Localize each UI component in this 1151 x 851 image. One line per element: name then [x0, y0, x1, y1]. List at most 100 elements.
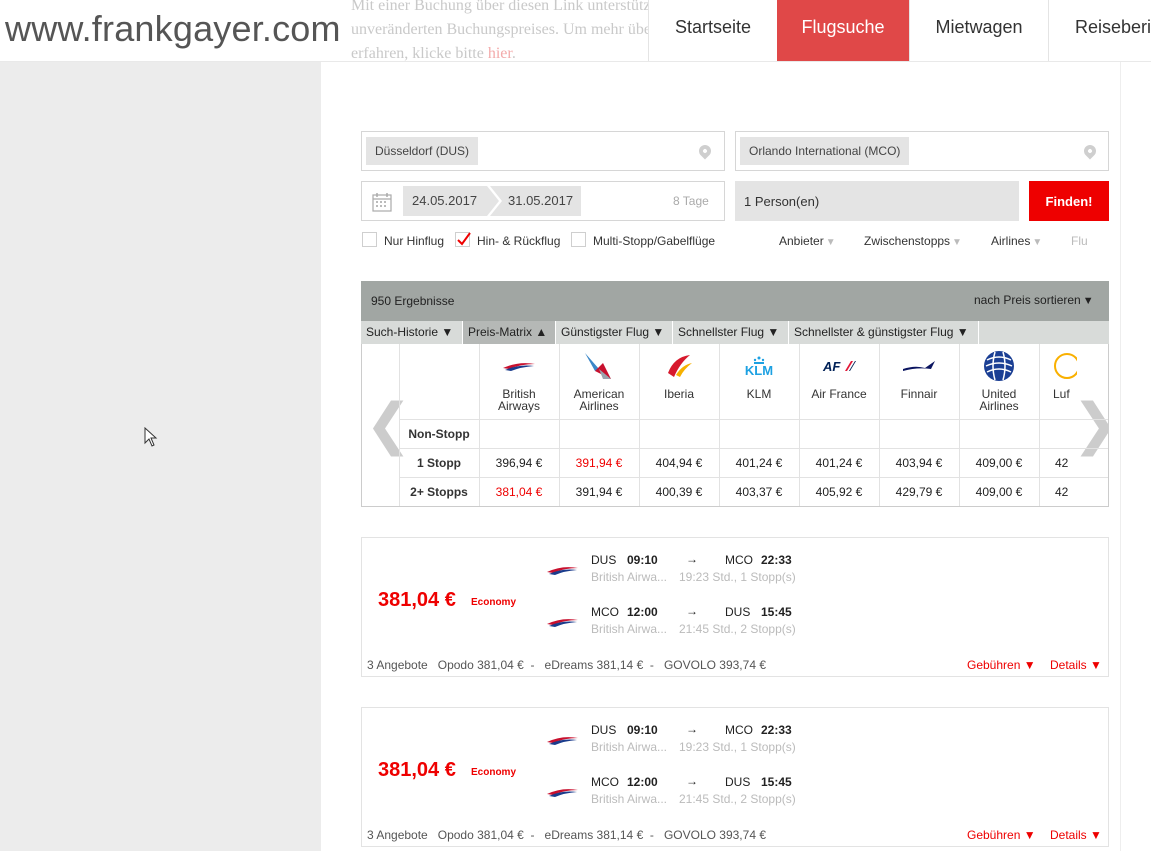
matrix-price[interactable]: 42 — [1039, 485, 1108, 499]
nav-mietwagen[interactable]: Mietwagen — [909, 0, 1048, 61]
matrix-price[interactable]: 403,94 € — [879, 456, 959, 470]
chevron-down-icon: ▼ — [952, 237, 962, 248]
result-price: 381,04 € — [378, 589, 456, 611]
lufthansa-logo — [1053, 344, 1108, 388]
fees-toggle[interactable]: Gebühren ▼ — [967, 658, 1036, 672]
passenger-select[interactable]: 1 Person(en) — [735, 181, 1019, 221]
offer-govolo[interactable]: GOVOLO 393,74 € — [664, 828, 766, 842]
matrix-price[interactable]: 403,37 € — [719, 485, 799, 499]
location-pin-icon — [1081, 142, 1099, 160]
arrow-right-icon: → — [686, 774, 698, 788]
arrow-right-icon: → — [686, 552, 698, 566]
separator: - — [649, 658, 654, 672]
airline-column-air-france[interactable]: AF Air France — [799, 344, 879, 400]
chevron-right-icon[interactable]: ❯ — [1072, 396, 1108, 452]
site-logo[interactable]: www.frankgayer.com — [5, 8, 341, 50]
flight-result-card[interactable]: 381,04 € Economy DUS 09:10 → MCO 22:33 B… — [361, 537, 1109, 677]
airline-name-line2: Airlines — [579, 399, 619, 413]
grid-line — [399, 477, 1108, 478]
leg-1-arrival: 22:33 — [761, 553, 792, 567]
leg-1-departure: 09:10 — [627, 553, 658, 567]
flight-result-card[interactable]: 381,04 € Economy DUS 09:10 → MCO 22:33 B… — [361, 707, 1109, 847]
leg-1-airline: British Airwa... — [591, 740, 668, 754]
tab-schnellster-guenstigster[interactable]: Schnellster & günstigster Flug ▼ — [789, 321, 979, 344]
tab-schnellster-flug[interactable]: Schnellster Flug ▼ — [673, 321, 789, 344]
leg-2-arrival: 15:45 — [761, 605, 792, 619]
round-trip-checkbox[interactable] — [455, 232, 471, 247]
matrix-price[interactable]: 404,94 € — [639, 456, 719, 470]
offer-opodo[interactable]: Opodo 381,04 € — [438, 658, 524, 672]
offer-edreams[interactable]: eDreams 381,14 € — [545, 658, 644, 672]
one-way-label: Nur Hinflug — [384, 234, 445, 248]
airline-column-finnair[interactable]: Finnair — [879, 344, 959, 400]
airline-column-iberia[interactable]: Iberia — [639, 344, 719, 400]
nav-flugsuche[interactable]: Flugsuche — [777, 0, 909, 61]
british-airways-logo — [479, 344, 559, 388]
tab-guenstigster-flug-label: Günstigster Flug — [561, 325, 650, 339]
offers-count: 3 Angebote — [367, 828, 428, 842]
matrix-price-cheapest[interactable]: 381,04 € — [479, 485, 559, 499]
offer-opodo[interactable]: Opodo 381,04 € — [438, 828, 524, 842]
filter-zwischenstopps[interactable]: Zwischenstopps ▼ — [864, 234, 962, 248]
matrix-price[interactable]: 405,92 € — [799, 485, 879, 499]
matrix-price[interactable]: 42 — [1039, 456, 1108, 470]
tab-guenstigster-flug[interactable]: Günstigster Flug ▼ — [556, 321, 673, 344]
date-field[interactable]: 24.05.2017 31.05.2017 8 Tage — [361, 181, 725, 221]
fees-label: Gebühren — [967, 658, 1021, 672]
airline-column-british-airways[interactable]: British Airways — [479, 344, 559, 412]
british-airways-logo — [547, 737, 578, 745]
origin-field[interactable]: Düsseldorf (DUS) — [361, 131, 725, 171]
nav-startseite[interactable]: Startseite — [648, 0, 777, 61]
airline-column-american-airlines[interactable]: American Airlines — [559, 344, 639, 412]
find-button[interactable]: Finden! — [1029, 181, 1109, 221]
airline-column-united-airlines[interactable]: United Airlines — [959, 344, 1039, 412]
matrix-price-cheapest[interactable]: 391,94 € — [559, 456, 639, 470]
chevron-down-icon: ▼ — [1090, 658, 1102, 672]
details-toggle[interactable]: Details ▼ — [1050, 828, 1102, 842]
matrix-price[interactable]: 409,00 € — [959, 485, 1039, 499]
logo-area: www.frankgayer.com — [0, 0, 351, 61]
filter-airlines[interactable]: Airlines ▼ — [991, 234, 1042, 248]
grid-line — [399, 419, 1108, 420]
leg-2-from: MCO — [591, 605, 619, 619]
filter-flughaefen[interactable]: Flu — [1071, 234, 1088, 248]
arrow-right-icon: → — [686, 722, 698, 736]
fees-label: Gebühren — [967, 828, 1021, 842]
united-airlines-logo — [959, 344, 1039, 388]
price-matrix: ❮ ❯ British Airways American Airlines Ib… — [361, 344, 1109, 507]
airline-column-lufthansa[interactable]: Luf — [1039, 344, 1108, 400]
details-toggle[interactable]: Details ▼ — [1050, 658, 1102, 672]
tab-preis-matrix[interactable]: Preis-Matrix ▲ — [463, 321, 556, 344]
checkmark-icon — [457, 232, 471, 246]
matrix-price[interactable]: 401,24 € — [719, 456, 799, 470]
leg-1-airline: British Airwa... — [591, 570, 668, 584]
matrix-price[interactable]: 396,94 € — [479, 456, 559, 470]
multi-stop-checkbox[interactable] — [571, 232, 586, 247]
matrix-price[interactable]: 400,39 € — [639, 485, 719, 499]
leg-2-airline: British Airwa... — [591, 792, 668, 806]
airline-column-klm[interactable]: KLM KLM — [719, 344, 799, 400]
matrix-price[interactable]: 429,79 € — [879, 485, 959, 499]
sort-dropdown[interactable]: nach Preis sortieren ▼ — [974, 293, 1094, 307]
nav-reiseberichte[interactable]: Reiseberic — [1048, 0, 1151, 61]
matrix-price[interactable]: 401,24 € — [799, 456, 879, 470]
matrix-price[interactable]: 391,94 € — [559, 485, 639, 499]
matrix-price[interactable]: 409,00 € — [959, 456, 1039, 470]
return-date[interactable]: 31.05.2017 — [508, 193, 573, 208]
destination-field[interactable]: Orlando International (MCO) — [735, 131, 1109, 171]
chevron-left-icon[interactable]: ❮ — [365, 396, 412, 452]
tab-such-historie[interactable]: Such-Historie ▼ — [361, 321, 463, 344]
chevron-down-icon: ▼ — [652, 325, 665, 339]
tab-schnellster-flug-label: Schnellster Flug — [678, 325, 765, 339]
departure-date[interactable]: 24.05.2017 — [412, 193, 477, 208]
offer-govolo[interactable]: GOVOLO 393,74 € — [664, 658, 766, 672]
airline-name: KLM — [746, 387, 772, 401]
filter-anbieter[interactable]: Anbieter ▼ — [779, 234, 836, 248]
british-airways-logo — [547, 567, 578, 575]
filter-flughaefen-label: Flu — [1071, 234, 1088, 248]
british-airways-logo — [547, 789, 578, 797]
leg-2-departure: 12:00 — [627, 775, 658, 789]
one-way-checkbox[interactable] — [362, 232, 377, 247]
offer-edreams[interactable]: eDreams 381,14 € — [545, 828, 644, 842]
fees-toggle[interactable]: Gebühren ▼ — [967, 828, 1036, 842]
